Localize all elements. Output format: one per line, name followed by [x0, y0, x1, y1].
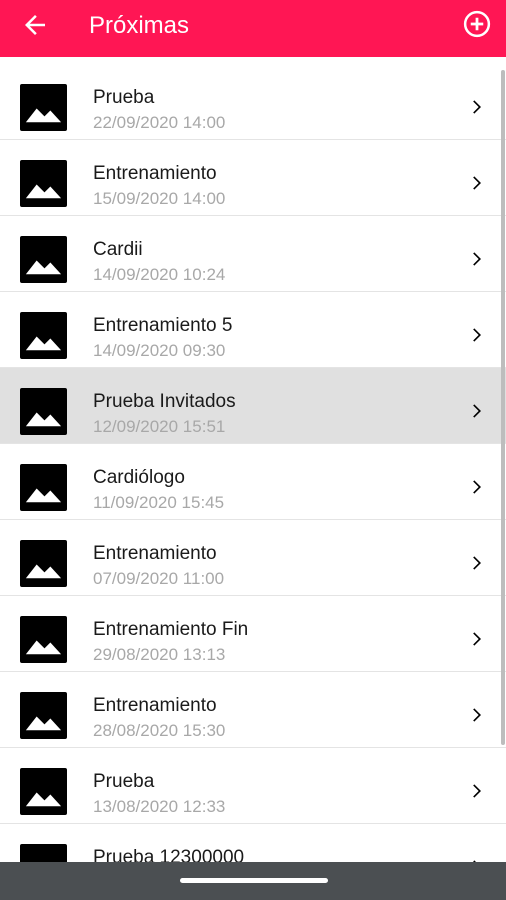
event-list: Prueba 22/09/2020 14:00 Entrenamiento 15… [0, 64, 506, 862]
list-item[interactable]: Entrenamiento 28/08/2020 15:30 [0, 672, 506, 748]
image-placeholder-icon [20, 768, 67, 815]
image-placeholder-icon [20, 236, 67, 283]
chevron-right-icon [473, 328, 481, 342]
item-title: Cardii [93, 239, 143, 260]
item-title: Prueba 12300000 [93, 847, 245, 862]
chevron-right-icon [473, 404, 481, 418]
item-date: 29/08/2020 13:13 [93, 645, 226, 664]
list-item[interactable]: Cardii 14/09/2020 10:24 [0, 216, 506, 292]
chevron-right-icon [473, 480, 481, 494]
list-item[interactable]: Entrenamiento Fin 29/08/2020 13:13 [0, 596, 506, 672]
image-placeholder-icon [20, 312, 67, 359]
add-circle-icon[interactable] [462, 9, 492, 39]
item-title: Prueba Invitados [93, 391, 236, 412]
image-placeholder-icon [20, 616, 67, 663]
item-title: Entrenamiento [93, 695, 217, 716]
item-date: 12/09/2020 15:51 [93, 417, 226, 436]
item-date: 07/09/2020 11:00 [93, 569, 225, 588]
item-title: Entrenamiento [93, 163, 217, 184]
gesture-handle[interactable] [180, 878, 328, 883]
item-title: Prueba [93, 87, 155, 108]
chevron-right-icon [473, 100, 481, 114]
item-title: Entrenamiento 5 [93, 315, 233, 336]
item-title: Entrenamiento Fin [93, 619, 249, 640]
list-item[interactable]: Prueba 12300000 [0, 824, 506, 862]
system-navigation-bar [0, 862, 506, 900]
list-item[interactable]: Entrenamiento 5 14/09/2020 09:30 [0, 292, 506, 368]
item-date: 28/08/2020 15:30 [93, 721, 226, 740]
page-title: Próximas [89, 12, 190, 39]
arrow-left-icon[interactable] [20, 10, 50, 40]
image-placeholder-icon [20, 84, 67, 131]
image-placeholder-icon [20, 388, 67, 435]
chevron-right-icon [473, 176, 481, 190]
list-item[interactable]: Prueba 13/08/2020 12:33 [0, 748, 506, 824]
list-item[interactable]: Entrenamiento 15/09/2020 14:00 [0, 140, 506, 216]
chevron-right-icon [473, 556, 481, 570]
item-title: Prueba [93, 771, 155, 792]
item-date: 11/09/2020 15:45 [93, 493, 225, 512]
chevron-right-icon [473, 784, 481, 798]
list-item[interactable]: Prueba Invitados 12/09/2020 15:51 [0, 368, 506, 444]
item-date: 15/09/2020 14:00 [93, 189, 226, 208]
list-item[interactable]: Entrenamiento 07/09/2020 11:00 [0, 520, 506, 596]
list-item[interactable]: Prueba 22/09/2020 14:00 [0, 64, 506, 140]
list-item[interactable]: Cardiólogo 11/09/2020 15:45 [0, 444, 506, 520]
item-date: 13/08/2020 12:33 [93, 797, 226, 816]
scrollbar[interactable] [501, 70, 505, 745]
image-placeholder-icon [20, 160, 67, 207]
app-bar: Próximas [0, 0, 506, 57]
item-title: Cardiólogo [93, 467, 185, 488]
item-date: 14/09/2020 10:24 [93, 265, 226, 284]
chevron-right-icon [473, 252, 481, 266]
item-date: 22/09/2020 14:00 [93, 113, 226, 132]
item-date: 14/09/2020 09:30 [93, 341, 226, 360]
image-placeholder-icon [20, 692, 67, 739]
chevron-right-icon [473, 708, 481, 722]
image-placeholder-icon [20, 844, 67, 862]
item-title: Entrenamiento [93, 543, 217, 564]
chevron-right-icon [473, 632, 481, 646]
image-placeholder-icon [20, 464, 67, 511]
image-placeholder-icon [20, 540, 67, 587]
